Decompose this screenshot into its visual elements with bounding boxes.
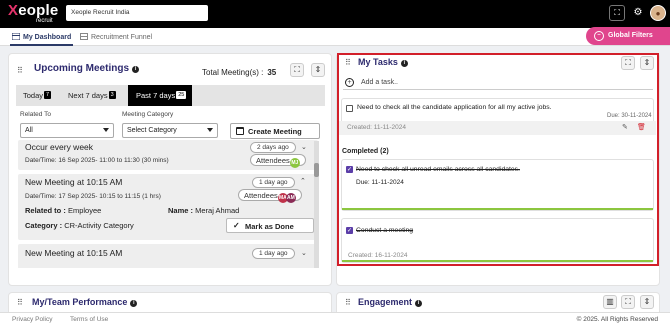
task-text: Need to check all the candidate applicat…	[357, 104, 552, 111]
tab-my-dashboard[interactable]: My Dashboard	[10, 28, 74, 46]
meeting-title: New Meeting at 10:15 AM	[25, 248, 123, 258]
meeting-category-select[interactable]: Select Category	[122, 123, 218, 138]
scrollbar-thumb[interactable]	[314, 163, 319, 177]
gear-icon[interactable]: ⚙	[630, 5, 646, 21]
info-icon: i	[130, 300, 138, 307]
logo[interactable]: Xeople recruit	[6, 2, 60, 26]
avatar: MJ	[289, 158, 300, 168]
drag-handle-icon[interactable]: ⠿	[345, 298, 353, 308]
related-to-select[interactable]: All	[20, 123, 114, 138]
meeting-item[interactable]: New Meeting at 10:15 AM 1 day ago ⌄	[18, 244, 318, 268]
expand-icon[interactable]: ⛶	[290, 63, 304, 77]
task-created-date: Created: 11-11-2024	[347, 124, 407, 131]
meeting-range-tabs: Today 7 Next 7 days 3 Past 7 days 25	[16, 85, 325, 106]
completed-heading: Completed (2)	[342, 148, 389, 155]
mark-as-done-button[interactable]: ✓ Mark as Done	[226, 218, 314, 233]
tab-past-7-days[interactable]: Past 7 days 25	[128, 85, 193, 106]
task-item-completed[interactable]: ✓ Conduct a meeting Created: 16-11-2024	[341, 218, 654, 263]
drag-handle-icon[interactable]: ⠿	[17, 298, 25, 308]
calendar-icon	[236, 127, 244, 135]
privacy-policy-link[interactable]: Privacy Policy	[12, 316, 52, 323]
avatar[interactable]: ●	[650, 5, 666, 21]
meetings-title: Upcoming Meetings i	[34, 63, 140, 74]
info-icon: i	[400, 60, 408, 67]
collapse-icon[interactable]: ⇕	[640, 295, 654, 309]
tab-recruitment-funnel[interactable]: Recruitment Funnel	[80, 28, 152, 46]
task-status-bar	[342, 208, 653, 210]
meeting-category-label: Meeting Category	[122, 111, 174, 118]
total-meetings: Total Meeting(s) :35	[202, 68, 277, 77]
tasks-title: My Tasks i	[358, 57, 408, 67]
collapse-icon[interactable]: ⇕	[311, 63, 325, 77]
category-field: Category : CR-Activity Category	[25, 221, 134, 230]
terms-of-use-link[interactable]: Terms of Use	[70, 316, 108, 323]
chevron-up-icon[interactable]: ⌃	[300, 177, 306, 185]
meetings-list: Occur every week Date/Time: 16 Sep 2025-…	[18, 140, 324, 268]
task-created-date: Created: 16-11-2024	[348, 252, 408, 259]
drag-handle-icon[interactable]: ⠿	[345, 58, 353, 68]
info-icon: i	[415, 300, 423, 307]
task-checkbox-checked[interactable]: ✓	[346, 166, 353, 173]
trash-icon[interactable]: 🗑	[637, 123, 646, 131]
task-due-date: Due: 30-11-2024	[607, 113, 652, 119]
collapse-icon[interactable]: ⇕	[640, 56, 654, 70]
dashboard-icon	[12, 33, 20, 40]
meeting-title: Occur every week	[25, 142, 94, 152]
chevron-down-icon[interactable]: ⌄	[301, 249, 307, 257]
meeting-item[interactable]: Occur every week Date/Time: 16 Sep 2025-…	[18, 140, 318, 170]
dashboard-tabs: My Dashboard Recruitment Funnel	[0, 28, 670, 46]
footer: Privacy Policy Terms of Use © 2025. All …	[0, 312, 670, 326]
logo-subtitle: recruit	[36, 18, 53, 24]
info-icon: i	[132, 66, 140, 73]
drag-handle-icon[interactable]: ⠿	[17, 66, 25, 76]
funnel-icon	[80, 33, 88, 40]
edit-icon[interactable]: ✎	[622, 123, 628, 131]
task-checkbox-checked[interactable]: ✓	[346, 227, 353, 234]
plus-icon: +	[345, 78, 354, 87]
chevron-down-icon[interactable]: ⌄	[301, 143, 307, 151]
meeting-datetime: Date/Time: 16 Sep 2025- 11:00 to 11:30 (…	[25, 157, 169, 164]
meeting-datetime: Date/Time: 17 Sep 2025- 10:15 to 11:15 (…	[25, 193, 161, 200]
name-field: Name : Meraj Ahmad	[168, 206, 240, 215]
check-icon: ✓	[233, 221, 240, 230]
avatar: AM	[285, 193, 296, 203]
related-to-label: Related To	[20, 111, 51, 118]
time-ago-badge: 2 days ago	[250, 142, 296, 153]
engagement-title: Engagement i	[358, 297, 423, 307]
time-ago-badge: 1 day ago	[252, 248, 295, 259]
performance-title: My/Team Performance i	[32, 297, 138, 307]
expand-icon[interactable]: ⛶	[621, 56, 635, 70]
copyright: © 2025. All Rights Reserved	[576, 316, 658, 323]
task-text: Need to check all unread emails across a…	[356, 166, 520, 173]
tab-next-7-days[interactable]: Next 7 days 3	[68, 85, 116, 106]
chevron-down-icon	[103, 128, 109, 132]
bar-chart-icon[interactable]: ▥	[603, 295, 617, 309]
time-ago-badge: 1 day ago	[252, 177, 295, 188]
task-status-bar	[342, 260, 653, 262]
chevron-down-icon	[207, 128, 213, 132]
fullscreen-icon[interactable]: ⛶	[609, 5, 625, 21]
meeting-item[interactable]: New Meeting at 10:15 AM Date/Time: 17 Se…	[18, 174, 318, 240]
filter-icon: –	[594, 31, 604, 41]
create-meeting-button[interactable]: Create Meeting	[230, 123, 320, 139]
related-to-field: Related to : Employee	[25, 206, 102, 215]
scrollbar-track[interactable]	[314, 141, 319, 268]
logo-wordmark: Xeople	[8, 2, 59, 19]
top-bar: Xeople recruit Xeople Recruit India ⛶ ⚙ …	[0, 0, 670, 28]
task-item-completed[interactable]: ✓ Need to check all unread emails across…	[341, 159, 654, 211]
expand-icon[interactable]: ⛶	[621, 295, 635, 309]
task-text: Conduct a meeting	[356, 227, 414, 234]
add-task-input[interactable]: + Add a task..	[343, 76, 653, 90]
attendees-badge[interactable]: Attendees MAAM	[238, 189, 302, 203]
search-input[interactable]: Xeople Recruit India	[66, 5, 208, 21]
meeting-title: New Meeting at 10:15 AM	[25, 177, 123, 187]
tab-today[interactable]: Today 7	[23, 85, 52, 106]
task-checkbox[interactable]	[346, 105, 353, 112]
attendees-badge[interactable]: Attendees MJ	[250, 154, 306, 168]
task-due-date: Due: 11-11-2024	[356, 179, 404, 186]
global-filters-button[interactable]: – Global Filters	[586, 27, 670, 45]
